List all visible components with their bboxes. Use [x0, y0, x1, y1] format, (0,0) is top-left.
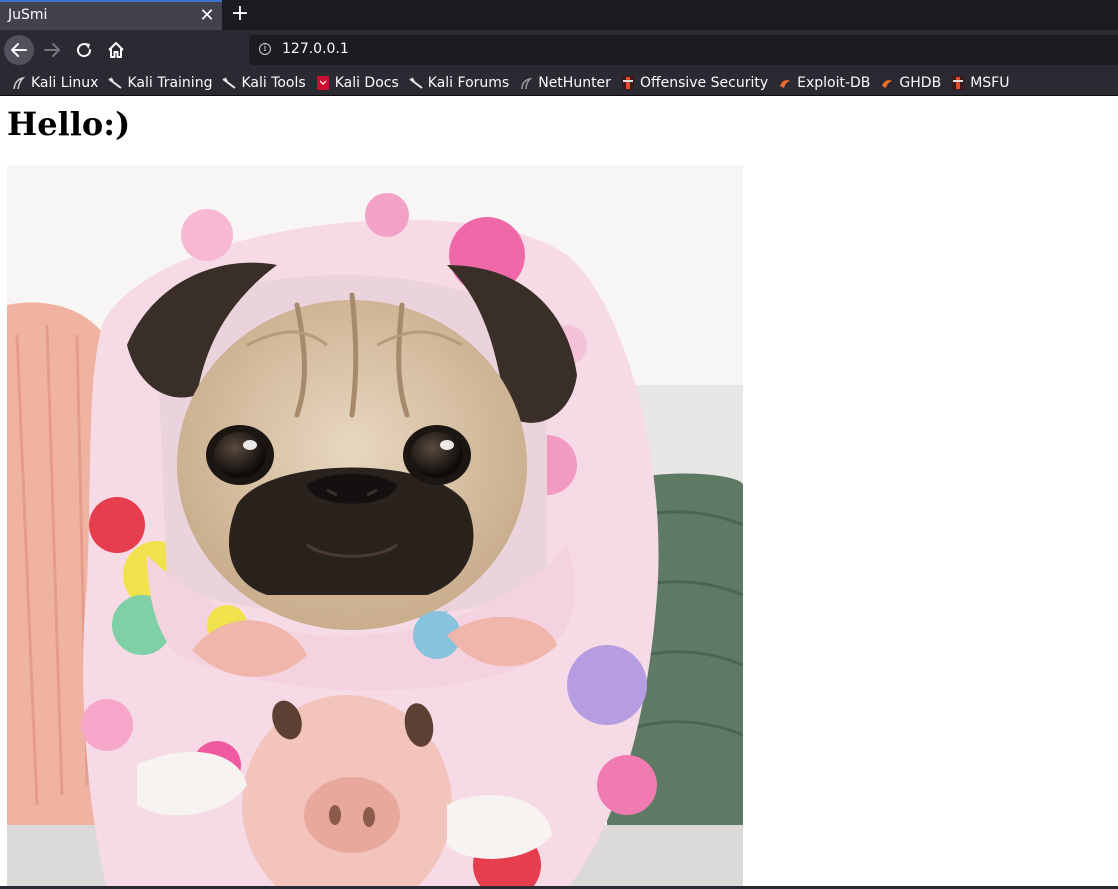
forward-button[interactable]	[38, 36, 66, 64]
bookmark-exploit-db[interactable]: Exploit-DB	[778, 72, 870, 94]
bookmark-label: Exploit-DB	[797, 74, 871, 91]
page-heading: Hello:)	[7, 105, 131, 143]
home-button[interactable]	[102, 36, 130, 64]
tab-title: JuSmi	[8, 7, 48, 23]
active-tab[interactable]: JuSmi ✕	[0, 0, 222, 30]
new-tab-button[interactable]: +	[229, 2, 251, 26]
back-button[interactable]	[4, 35, 34, 65]
kali-dragon-icon	[409, 77, 423, 89]
site-info-icon[interactable]: i	[259, 43, 271, 55]
exploit-db-icon	[780, 79, 791, 88]
kali-dragon-icon	[222, 77, 237, 89]
bookmark-label: Offensive Security	[639, 74, 769, 91]
bookmark-label: MSFU	[970, 74, 1010, 91]
pug-photo	[7, 165, 743, 889]
bookmark-label: Kali Training	[127, 74, 213, 91]
tab-strip: JuSmi ✕ +	[0, 0, 1118, 30]
bookmark-label: Kali Docs	[334, 74, 399, 91]
bookmark-label: NetHunter	[538, 74, 611, 91]
nethunter-icon	[521, 77, 533, 89]
offsec-icon	[621, 75, 634, 90]
bookmark-label: Kali Forums	[427, 74, 510, 91]
bookmark-msfu[interactable]: MSFU	[951, 72, 1009, 94]
bookmark-label: Kali Linux	[31, 74, 99, 91]
address-bar[interactable]: i 127.0.0.1	[249, 35, 1118, 65]
bookmark-kali-linux[interactable]: Kali Linux	[12, 72, 98, 94]
kali-dragon-icon	[13, 76, 26, 89]
reload-icon	[77, 43, 92, 58]
bookmarks-toolbar: Kali Linux Kali Training Kali Tools Kali…	[0, 70, 1118, 96]
bookmark-kali-tools[interactable]: Kali Tools	[222, 72, 306, 94]
bookmark-kali-forums[interactable]: Kali Forums	[409, 72, 509, 94]
back-arrow-icon	[11, 43, 27, 57]
navigation-toolbar: i 127.0.0.1	[0, 30, 1118, 70]
pug-in-blanket-image	[7, 165, 743, 889]
kali-dragon-icon	[108, 77, 123, 89]
ghdb-icon	[882, 79, 893, 88]
bookmark-kali-training[interactable]: Kali Training	[108, 72, 212, 94]
bookmark-label: Kali Tools	[241, 74, 306, 91]
url-text[interactable]: 127.0.0.1	[282, 41, 349, 57]
bookmark-nethunter[interactable]: NetHunter	[519, 72, 611, 94]
page-content: Hello:)	[0, 97, 1118, 889]
bookmark-ghdb[interactable]: GHDB	[880, 72, 941, 94]
tab-close-icon[interactable]: ✕	[197, 5, 217, 27]
home-icon	[108, 42, 124, 58]
msfu-icon	[952, 75, 965, 90]
reload-button[interactable]	[70, 36, 98, 64]
bookmark-offensive-security[interactable]: Offensive Security	[621, 72, 768, 94]
bookmark-kali-docs[interactable]: Kali Docs	[316, 72, 399, 94]
forward-arrow-icon	[44, 43, 60, 57]
bookmark-label: GHDB	[899, 74, 942, 91]
kali-docs-icon	[316, 75, 329, 90]
